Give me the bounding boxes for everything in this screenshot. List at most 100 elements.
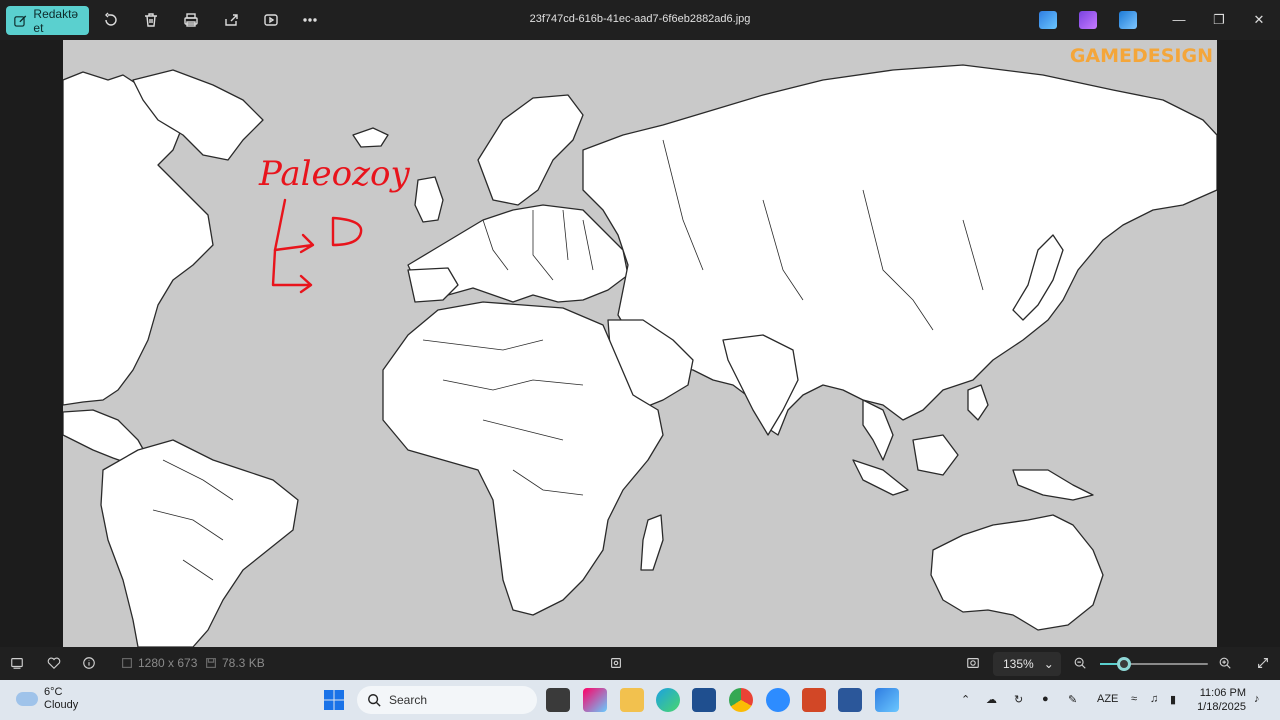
onedrive-tray-icon[interactable]: ☁ bbox=[986, 693, 997, 706]
slideshow-button[interactable] bbox=[261, 10, 281, 30]
zoom-in-button[interactable] bbox=[1218, 656, 1232, 670]
task-view-icon[interactable] bbox=[546, 688, 570, 712]
chevron-up-icon[interactable]: ⌃ bbox=[961, 693, 970, 706]
microphone-icon[interactable]: ● bbox=[1042, 693, 1049, 705]
favorite-button[interactable] bbox=[47, 656, 61, 670]
time: 11:06 PM bbox=[1199, 687, 1246, 699]
printer-icon bbox=[184, 13, 198, 27]
more-button[interactable] bbox=[300, 10, 320, 30]
new-guinea bbox=[1012, 469, 1094, 501]
onedrive-icon[interactable] bbox=[1119, 11, 1137, 29]
image-viewer[interactable]: Paleozoy GAMEDESIGN bbox=[0, 40, 1280, 647]
photos-icon[interactable] bbox=[875, 688, 899, 712]
search-icon bbox=[368, 694, 381, 707]
edit-button-label: Redaktə et bbox=[33, 6, 79, 35]
zoom-out-icon bbox=[1074, 657, 1086, 669]
filesize-info: 78.3 KB bbox=[204, 656, 265, 670]
zoom-in-icon bbox=[1219, 657, 1231, 669]
more-icon bbox=[303, 18, 317, 22]
south-america bbox=[100, 439, 299, 647]
clipchamp-icon[interactable] bbox=[1079, 11, 1097, 29]
close-button[interactable]: ✕ bbox=[1249, 10, 1269, 30]
filmstrip-button[interactable] bbox=[10, 656, 24, 670]
edit-icon bbox=[14, 14, 27, 27]
wifi-icon[interactable]: ≈ bbox=[1131, 693, 1137, 705]
zoom-out-button[interactable] bbox=[1073, 656, 1087, 670]
language-indicator[interactable]: AZE bbox=[1097, 693, 1118, 705]
search-placeholder: Search bbox=[389, 693, 428, 707]
chrome-icon[interactable] bbox=[729, 688, 753, 712]
philippines bbox=[967, 384, 989, 421]
taskbar-search[interactable]: Search bbox=[357, 686, 537, 714]
date: 1/18/2025 bbox=[1197, 701, 1246, 713]
copilot-icon[interactable] bbox=[583, 688, 607, 712]
world-map-drawing: Paleozoy bbox=[63, 64, 1217, 647]
british-isles bbox=[414, 176, 444, 223]
chevron-down-icon: ⌄ bbox=[1043, 657, 1054, 671]
info-button[interactable] bbox=[82, 656, 96, 670]
indonesia-1 bbox=[852, 459, 909, 496]
title-bar: Redaktə et 23f747cd-616b-41ec-aad7-6f6eb… bbox=[0, 0, 1280, 40]
image-size-icon bbox=[122, 658, 132, 668]
store-icon[interactable] bbox=[692, 688, 716, 712]
handwriting-arrow-bottom bbox=[271, 248, 313, 294]
filesize-text: 78.3 KB bbox=[222, 656, 265, 670]
windows-logo-icon bbox=[324, 690, 344, 710]
word-icon[interactable] bbox=[838, 688, 862, 712]
iberia bbox=[407, 267, 459, 303]
powerpoint-icon[interactable] bbox=[802, 688, 826, 712]
edit-button[interactable]: Redaktə et bbox=[6, 6, 89, 35]
file-explorer-icon[interactable] bbox=[620, 688, 644, 712]
borneo bbox=[912, 434, 959, 476]
weather-condition: Cloudy bbox=[44, 699, 79, 711]
actual-size-button[interactable] bbox=[966, 656, 980, 670]
madagascar bbox=[640, 514, 664, 571]
dimensions-text: 1280 x 673 bbox=[138, 656, 198, 670]
trash-icon bbox=[145, 13, 157, 27]
sync-icon[interactable]: ↻ bbox=[1014, 693, 1023, 706]
dimensions-info: 1280 x 673 bbox=[120, 656, 197, 670]
scandinavia bbox=[477, 94, 584, 206]
minimize-button[interactable]: — bbox=[1169, 10, 1189, 30]
app-shortcut-icon[interactable] bbox=[1039, 11, 1057, 29]
filmstrip-icon bbox=[11, 658, 23, 669]
start-button[interactable] bbox=[322, 688, 346, 712]
clock[interactable]: 11:06 PM 1/18/2025 bbox=[1194, 686, 1246, 714]
battery-icon[interactable]: ▮ bbox=[1170, 693, 1176, 706]
pen-icon[interactable]: ✎ bbox=[1068, 693, 1077, 706]
gamedesign-watermark: GAMEDESIGN bbox=[1069, 45, 1213, 67]
edge-icon[interactable] bbox=[656, 688, 680, 712]
handwriting-arrow-top bbox=[273, 198, 315, 254]
world-map-image: Paleozoy GAMEDESIGN bbox=[63, 40, 1217, 647]
zoom-slider[interactable] bbox=[1100, 657, 1208, 671]
share-icon bbox=[225, 14, 238, 26]
iceland bbox=[352, 127, 389, 148]
handwriting-word: Paleozoy bbox=[258, 154, 410, 194]
zoom-value: 135% bbox=[1003, 657, 1034, 671]
share-button[interactable] bbox=[221, 10, 241, 30]
heart-icon bbox=[47, 657, 61, 670]
rotate-button[interactable] bbox=[101, 10, 121, 30]
disk-icon bbox=[206, 658, 216, 668]
notification-bell-icon[interactable]: ♪ bbox=[1254, 693, 1260, 705]
status-bar: 1280 x 673 78.3 KB 135% ⌄ bbox=[0, 647, 1280, 680]
file-name: 23f747cd-616b-41ec-aad7-6f6eb2882ad6.jpg bbox=[529, 13, 751, 25]
zoom-dropdown[interactable]: 135% ⌄ bbox=[993, 652, 1061, 676]
cloud-icon bbox=[16, 692, 38, 706]
slideshow-icon bbox=[264, 14, 278, 26]
print-button[interactable] bbox=[181, 10, 201, 30]
windows-taskbar: 6°C Cloudy Search ⌃ ☁ ↻ ● ✎ AZE ≈ ♫ ▮ 11… bbox=[0, 680, 1280, 720]
fullscreen-button[interactable] bbox=[1256, 656, 1270, 670]
weather-widget[interactable]: 6°C Cloudy bbox=[16, 686, 78, 712]
zoom-slider-thumb[interactable] bbox=[1116, 657, 1131, 671]
rotate-icon bbox=[105, 12, 117, 26]
handwriting-letter-d bbox=[331, 216, 363, 247]
crop-button[interactable] bbox=[609, 656, 623, 670]
fit-screen-icon bbox=[967, 658, 979, 668]
zoom-app-icon[interactable] bbox=[766, 688, 790, 712]
maximize-button[interactable]: ❐ bbox=[1209, 10, 1229, 30]
expand-icon bbox=[1258, 658, 1268, 668]
delete-button[interactable] bbox=[141, 10, 161, 30]
crop-icon bbox=[611, 658, 621, 668]
volume-icon[interactable]: ♫ bbox=[1150, 693, 1158, 705]
